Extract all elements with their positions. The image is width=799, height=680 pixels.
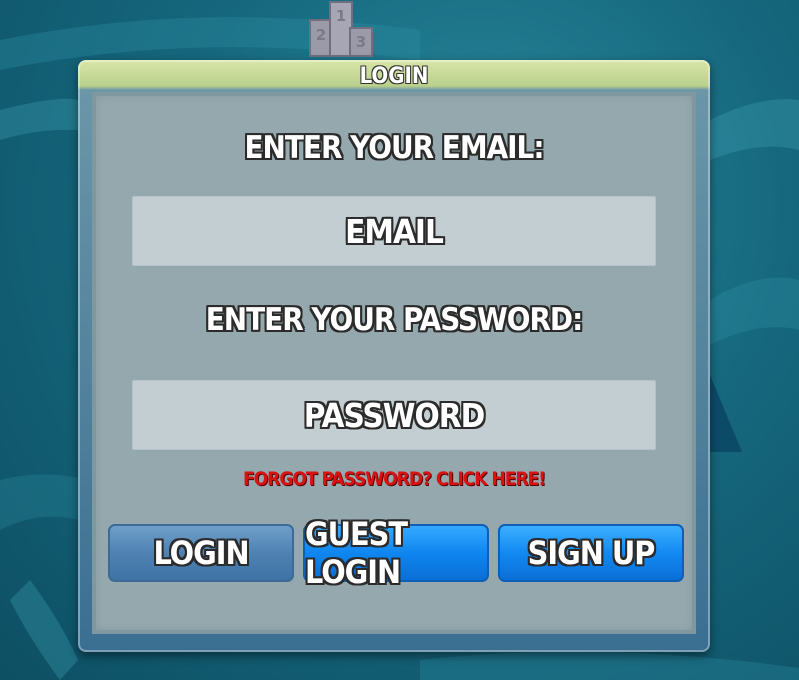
sign-up-button[interactable]: SIGN UP	[498, 524, 684, 582]
password-field[interactable]: PASSWORD	[132, 380, 656, 450]
podium-place-1: 1	[336, 7, 346, 25]
podium-icon[interactable]: 2 1 3	[308, 0, 374, 58]
podium-place-2: 2	[316, 26, 326, 44]
password-label: ENTER YOUR PASSWORD:	[205, 302, 584, 338]
email-field[interactable]: EMAIL	[132, 196, 656, 266]
login-dialog: LOGIN ENTER YOUR EMAIL: EMAIL ENTER YOUR…	[78, 60, 710, 652]
guest-login-button[interactable]: GUEST LOGIN	[303, 515, 489, 591]
forgot-password-link[interactable]: FORGOT PASSWORD? CLICK HERE!	[92, 468, 696, 490]
dialog-body: ENTER YOUR EMAIL: EMAIL ENTER YOUR PASSW…	[92, 92, 696, 634]
login-button[interactable]: LOGIN	[108, 524, 294, 582]
email-label: ENTER YOUR EMAIL:	[244, 130, 545, 166]
dialog-title: LOGIN	[359, 64, 429, 89]
podium-place-3: 3	[356, 33, 366, 51]
